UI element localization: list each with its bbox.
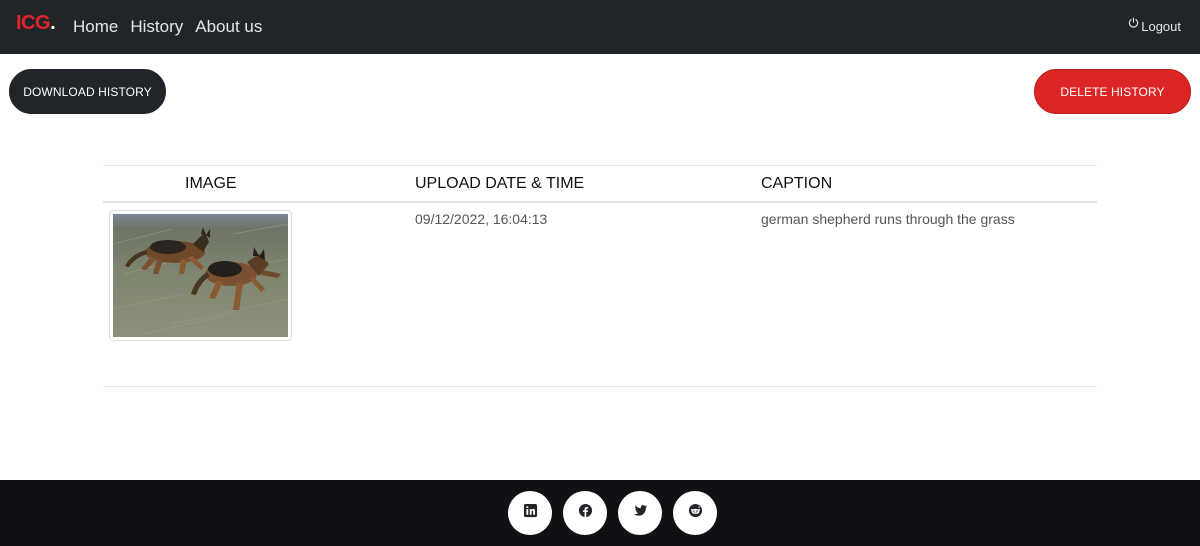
linkedin-button[interactable] xyxy=(508,491,552,535)
logout-label: Logout xyxy=(1141,18,1181,34)
reddit-icon xyxy=(688,503,703,523)
nav-links: Home History About us xyxy=(73,0,262,54)
linkedin-icon xyxy=(523,503,538,523)
delete-history-button[interactable]: DELETE HISTORY xyxy=(1034,69,1191,114)
upload-datetime: 09/12/2022, 16:04:13 xyxy=(415,211,548,227)
header-caption: CAPTION xyxy=(761,175,833,192)
facebook-button[interactable] xyxy=(563,491,607,535)
header-image: IMAGE xyxy=(185,175,237,192)
logout-button[interactable]: Logout xyxy=(1128,17,1181,35)
caption-text: german shepherd runs through the grass xyxy=(761,211,1015,227)
footer xyxy=(0,480,1200,546)
table-header: IMAGE UPLOAD DATE & TIME CAPTION xyxy=(103,166,1097,203)
dog-photo-image xyxy=(113,214,288,337)
top-navbar: ICG. Home History About us Logout xyxy=(0,0,1200,54)
nav-home-link[interactable]: Home xyxy=(73,17,118,37)
nav-history-link[interactable]: History xyxy=(130,17,183,37)
twitter-icon xyxy=(633,503,648,523)
brand-dot: . xyxy=(50,12,56,34)
nav-about-link[interactable]: About us xyxy=(195,17,262,37)
brand-text: ICG xyxy=(16,12,51,34)
twitter-button[interactable] xyxy=(618,491,662,535)
download-history-button[interactable]: DOWNLOAD HISTORY xyxy=(9,69,166,114)
facebook-icon xyxy=(578,503,593,523)
history-table: IMAGE UPLOAD DATE & TIME CAPTION 09/12/2… xyxy=(103,165,1097,387)
brand-logo[interactable]: ICG. xyxy=(16,12,56,35)
dog-photo-thumbnail[interactable] xyxy=(109,210,292,341)
header-upload-date: UPLOAD DATE & TIME xyxy=(415,175,585,192)
power-icon xyxy=(1128,17,1139,35)
reddit-button[interactable] xyxy=(673,491,717,535)
